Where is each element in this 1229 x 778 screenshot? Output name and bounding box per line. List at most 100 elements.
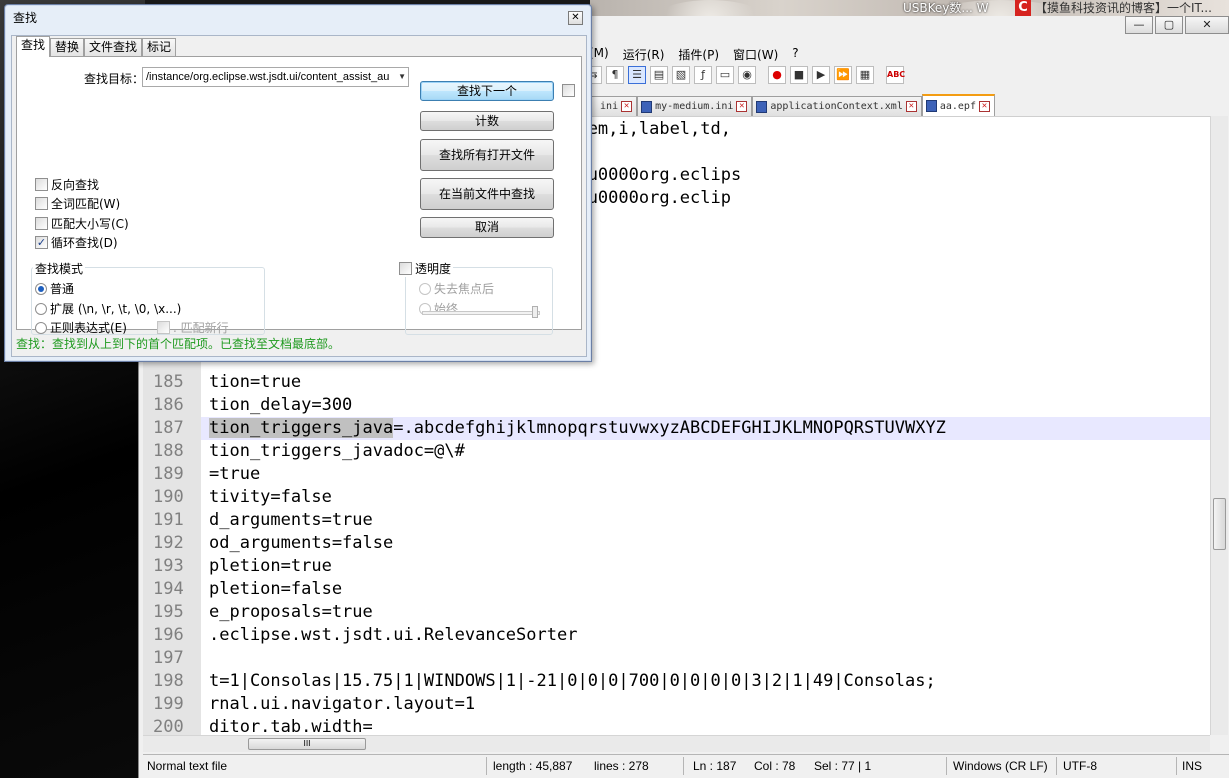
tab-find-in-files[interactable]: 文件查找 (84, 38, 143, 56)
tab-application-context-xml[interactable]: applicationContext.xml ✕ (752, 96, 922, 116)
cancel-button[interactable]: 取消 (420, 217, 554, 238)
close-tab-icon[interactable]: ✕ (621, 101, 633, 112)
find-target-combo[interactable]: /instance/org.eclipse.wst.jsdt.ui/conten… (142, 67, 409, 87)
maximize-button[interactable]: ▢ (1155, 16, 1183, 34)
dropdown-arrow-icon[interactable]: ▼ (398, 68, 406, 86)
save-macro-icon[interactable]: ▦ (856, 66, 874, 84)
tab-mark[interactable]: 标记 (142, 38, 177, 56)
find-all-open-files-button[interactable]: 查找所有打开文件 (420, 139, 554, 171)
tab-replace[interactable]: 替换 (50, 38, 85, 56)
editor-line[interactable]: 200 ditor.tab.width= (143, 716, 1210, 735)
line-number: 187 (143, 417, 201, 440)
taskbar-usbkey-item[interactable]: USBKey数... W (903, 0, 989, 16)
transparency-checkbox[interactable]: 透明度 (399, 260, 454, 277)
radio-button[interactable] (419, 282, 431, 295)
fn-icon[interactable]: ƒ (694, 66, 712, 84)
document-tabs: . ini ✕ my-medium.ini ✕ applicationConte… (584, 94, 995, 116)
mode-normal-radio[interactable]: 普通 (35, 280, 74, 297)
horizontal-scrollbar[interactable]: III (143, 735, 1210, 752)
transparency-slider-track[interactable] (422, 311, 540, 315)
tab-label: applicationContext.xml (770, 101, 903, 112)
panel-icon[interactable]: ▭ (716, 66, 734, 84)
dialog-body: 查找 替换 文件查找 标记 查找目标： /instance/org.eclips… (11, 35, 587, 357)
pilcrow-icon[interactable]: ¶ (606, 66, 624, 84)
line-number: 195 (143, 601, 201, 624)
play-multi-icon[interactable]: ⏩ (834, 66, 852, 84)
close-tab-icon[interactable]: ✕ (978, 100, 990, 112)
editor-line[interactable]: 191 d_arguments=true (143, 509, 1210, 532)
vertical-scroll-thumb[interactable] (1213, 498, 1226, 550)
tab-aa-epf[interactable]: aa.epf ✕ (921, 94, 995, 116)
transparency-slider-thumb[interactable] (532, 306, 538, 318)
doc-icon[interactable]: ▧ (672, 66, 690, 84)
editor-line[interactable]: 193 pletion=true (143, 555, 1210, 578)
editor-line[interactable]: 198 t=1|Consolas|15.75|1|WINDOWS|1|-21|0|… (143, 670, 1210, 693)
whole-word-checkbox[interactable]: 全词匹配(W) (35, 195, 120, 212)
editor-line[interactable]: 192 od_arguments=false (143, 532, 1210, 555)
transparency-on-lose-focus-radio[interactable]: 失去焦点后 (419, 280, 494, 297)
count-button[interactable]: 计数 (420, 111, 554, 131)
file-icon (641, 100, 653, 113)
tab-my-medium-ini[interactable]: my-medium.ini ✕ (637, 96, 753, 116)
find-status-message: 查找：查找到从上到下的首个匹配项。已查找至文档最底部。 (16, 337, 341, 351)
radio-button[interactable] (35, 302, 47, 315)
line-text: tion_triggers_javadoc=@\# (209, 441, 465, 461)
close-tab-icon[interactable]: ✕ (905, 101, 917, 112)
editor-line[interactable]: 186 tion_delay=300 (143, 394, 1210, 417)
spellcheck-icon[interactable]: ABC (886, 66, 905, 84)
checkbox-box[interactable] (35, 178, 48, 191)
line-number: 193 (143, 555, 201, 578)
editor-line[interactable]: 195 e_proposals=true (143, 601, 1210, 624)
indent-guide-icon[interactable]: ☰ (628, 66, 646, 84)
stop-icon[interactable]: ■ (790, 66, 808, 84)
line-text: tivity=false (209, 487, 332, 507)
menu-window[interactable]: 窗口(W) (733, 46, 778, 64)
editor-line[interactable]: 189 =true (143, 463, 1210, 486)
status-col: Col : 78 (754, 759, 796, 773)
line-text: t=1|Consolas|15.75|1|WINDOWS|1|-21|0|0|0… (209, 671, 936, 691)
editor-line[interactable]: 187 tion_triggers_java=.abcdefghijklmnopq… (143, 417, 1210, 440)
line-number: 192 (143, 532, 201, 555)
editor-line[interactable]: 188 tion_triggers_javadoc=@\# (143, 440, 1210, 463)
vertical-scrollbar[interactable] (1210, 116, 1228, 735)
radio-button[interactable] (35, 321, 47, 334)
dialog-close-button[interactable]: ✕ (568, 11, 583, 25)
pin-checkbox[interactable] (562, 84, 575, 97)
find-in-current-file-button[interactable]: 在当前文件中查找 (420, 178, 554, 210)
menu-help[interactable]: ? (792, 46, 798, 64)
close-window-button[interactable]: ✕ (1185, 16, 1229, 34)
editor-line[interactable]: 194 pletion=false (143, 578, 1210, 601)
line-text: d_arguments=true (209, 510, 373, 530)
match-case-checkbox[interactable]: 匹配大小写(C) (35, 215, 129, 232)
editor-line[interactable]: 190 tivity=false (143, 486, 1210, 509)
checkbox-box[interactable] (399, 262, 412, 275)
minimize-button[interactable]: — (1125, 16, 1153, 34)
checkbox-box[interactable] (35, 197, 48, 210)
play-icon[interactable]: ▶ (812, 66, 830, 84)
record-icon[interactable]: ● (768, 66, 786, 84)
eye-icon[interactable]: ◉ (738, 66, 756, 84)
tab-find[interactable]: 查找 (16, 36, 51, 57)
editor-line[interactable]: 199 rnal.ui.navigator.layout=1 (143, 693, 1210, 716)
checkbox-box[interactable]: ✓ (35, 236, 48, 249)
editor-line[interactable]: 196 .eclipse.wst.jsdt.ui.RelevanceSorter (143, 624, 1210, 647)
checkbox-box[interactable] (35, 217, 48, 230)
radio-label: 失去焦点后 (434, 282, 495, 296)
mode-extended-radio[interactable]: 扩展 (\n, \r, \t, \0, \x...) (35, 300, 181, 317)
menu-run[interactable]: 运行(R) (623, 46, 665, 64)
close-tab-icon[interactable]: ✕ (736, 101, 748, 112)
taskbar-blog-item[interactable]: 【摸鱼科技资讯的博客】一个IT... (1035, 0, 1229, 16)
folder-icon[interactable]: ▤ (650, 66, 668, 84)
horizontal-scroll-thumb[interactable]: III (248, 738, 366, 750)
radio-button[interactable] (35, 282, 47, 295)
reverse-search-checkbox[interactable]: 反向查找 (35, 176, 99, 193)
dialog-tabs: 查找 替换 文件查找 标记 (16, 36, 177, 57)
menu-plugins[interactable]: 插件(P) (678, 46, 719, 64)
line-text: tion=true (209, 372, 302, 392)
editor-line[interactable]: 197 (143, 647, 1210, 670)
wrap-around-checkbox[interactable]: ✓ 循环查找(D) (35, 234, 118, 251)
checkbox-box[interactable] (157, 321, 170, 334)
line-text: =true (209, 464, 261, 484)
editor-line[interactable]: 185 tion=true (143, 371, 1210, 394)
find-next-button[interactable]: 查找下一个 (420, 81, 554, 101)
